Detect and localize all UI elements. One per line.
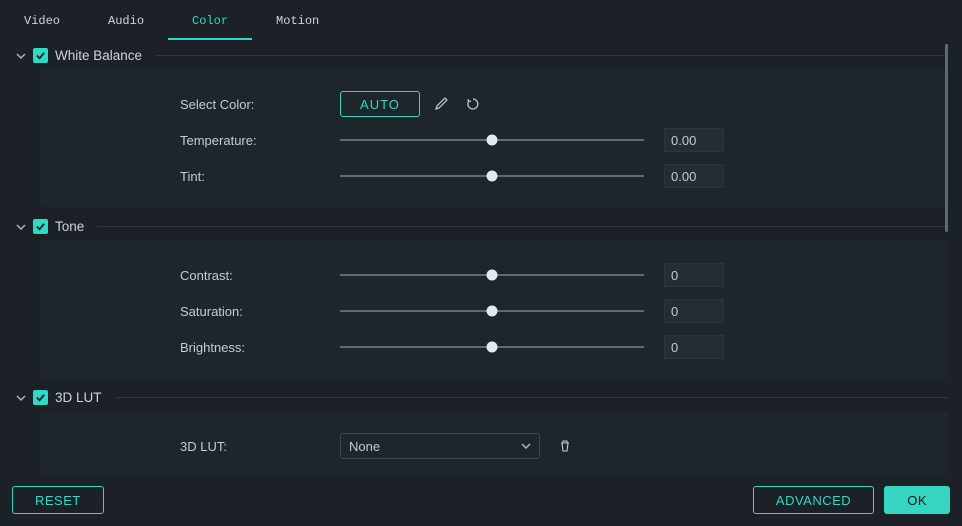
chevron-down-icon bbox=[16, 222, 26, 232]
chevron-down-icon bbox=[521, 439, 531, 454]
saturation-input[interactable] bbox=[664, 299, 724, 323]
section-3d-lut: 3D LUT 3D LUT: None bbox=[16, 384, 948, 474]
scrollbar[interactable] bbox=[942, 44, 948, 462]
saturation-slider[interactable] bbox=[340, 304, 644, 318]
checkbox-white-balance[interactable] bbox=[33, 48, 48, 63]
scrollbar-thumb[interactable] bbox=[945, 44, 948, 232]
chevron-down-icon bbox=[16, 51, 26, 61]
temperature-label: Temperature: bbox=[180, 133, 340, 148]
section-divider bbox=[97, 226, 948, 227]
lut-selected-value: None bbox=[349, 439, 380, 454]
auto-button[interactable]: AUTO bbox=[340, 91, 420, 117]
section-title: 3D LUT bbox=[55, 390, 102, 405]
ok-button[interactable]: OK bbox=[884, 486, 950, 514]
lut-label: 3D LUT: bbox=[180, 439, 340, 454]
footer: RESET ADVANCED OK bbox=[0, 474, 962, 526]
tint-slider[interactable] bbox=[340, 169, 644, 183]
lut-select[interactable]: None bbox=[340, 433, 540, 459]
contrast-input[interactable] bbox=[664, 263, 724, 287]
section-body-white-balance: Select Color: AUTO Temperature: Tint: bbox=[40, 69, 948, 207]
section-white-balance: White Balance Select Color: AUTO Tempera… bbox=[16, 42, 948, 207]
checkbox-3d-lut[interactable] bbox=[33, 390, 48, 405]
section-header-white-balance[interactable]: White Balance bbox=[16, 42, 948, 69]
section-body-tone: Contrast: Saturation: Brightness: bbox=[40, 240, 948, 378]
trash-icon[interactable] bbox=[554, 435, 576, 457]
section-title: White Balance bbox=[55, 48, 142, 63]
brightness-slider[interactable] bbox=[340, 340, 644, 354]
section-header-3d-lut[interactable]: 3D LUT bbox=[16, 384, 948, 411]
panel-scroll-area: White Balance Select Color: AUTO Tempera… bbox=[0, 32, 962, 474]
brightness-label: Brightness: bbox=[180, 340, 340, 355]
reset-icon[interactable] bbox=[462, 93, 484, 115]
tint-label: Tint: bbox=[180, 169, 340, 184]
chevron-down-icon bbox=[16, 393, 26, 403]
section-title: Tone bbox=[55, 219, 84, 234]
tint-input[interactable] bbox=[664, 164, 724, 188]
section-divider bbox=[115, 397, 948, 398]
select-color-label: Select Color: bbox=[180, 97, 340, 112]
section-header-tone[interactable]: Tone bbox=[16, 213, 948, 240]
checkbox-tone[interactable] bbox=[33, 219, 48, 234]
temperature-slider[interactable] bbox=[340, 133, 644, 147]
section-body-3d-lut: 3D LUT: None bbox=[40, 411, 948, 474]
brightness-input[interactable] bbox=[664, 335, 724, 359]
eyedropper-icon[interactable] bbox=[430, 93, 452, 115]
saturation-label: Saturation: bbox=[180, 304, 340, 319]
reset-button[interactable]: RESET bbox=[12, 486, 104, 514]
temperature-input[interactable] bbox=[664, 128, 724, 152]
section-tone: Tone Contrast: Saturation: Brightness: bbox=[16, 213, 948, 378]
advanced-button[interactable]: ADVANCED bbox=[753, 486, 874, 514]
section-divider bbox=[155, 55, 948, 56]
contrast-label: Contrast: bbox=[180, 268, 340, 283]
contrast-slider[interactable] bbox=[340, 268, 644, 282]
